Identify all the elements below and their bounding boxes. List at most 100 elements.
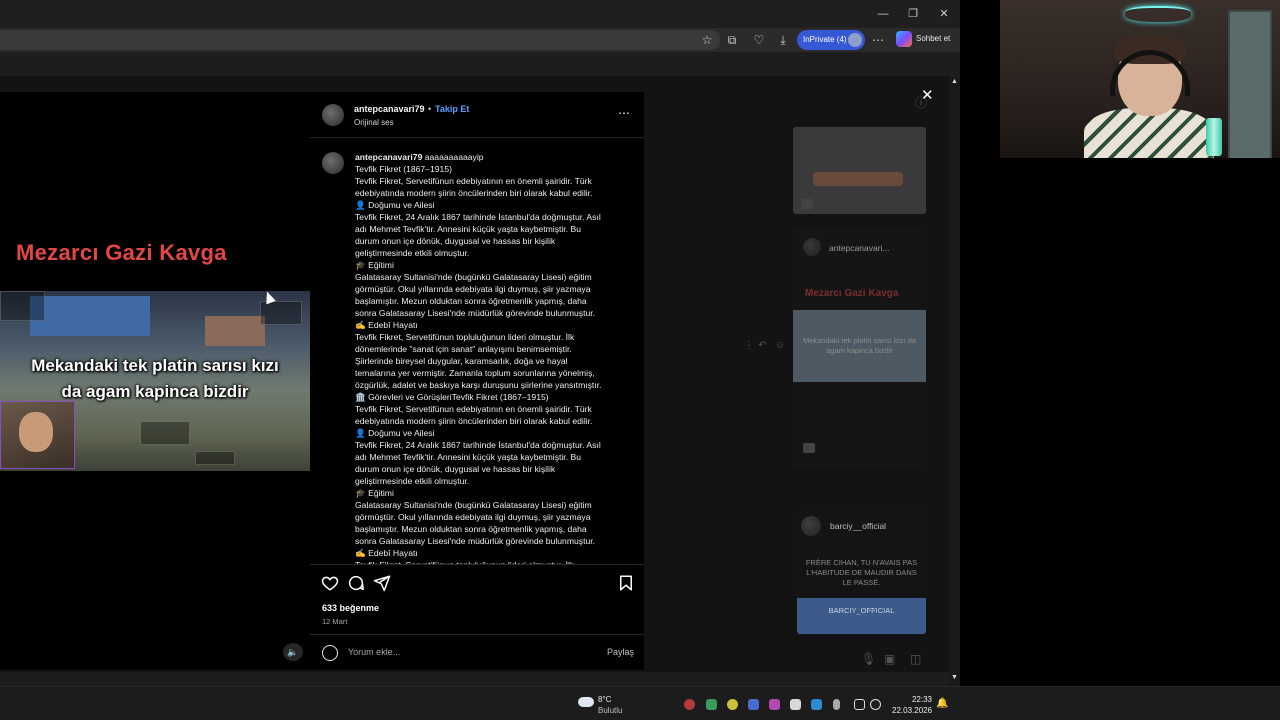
minimize-button[interactable]: —	[868, 6, 898, 22]
save-bookmark-icon[interactable]	[617, 574, 635, 592]
mic-icon[interactable]: 🎙	[861, 652, 876, 666]
other-video-thumb: BARCIY_OFFICIAL	[797, 598, 926, 634]
caption-username[interactable]: antepcanavari79	[355, 152, 422, 162]
cloud-icon[interactable]	[578, 697, 594, 707]
comment-input[interactable]: Yorum ekle...	[348, 647, 400, 657]
inprivate-badge[interactable]: InPrivate (4)	[797, 30, 865, 50]
caption-line: sonra Galatasaray Lisesi'nde müdürlük gö…	[355, 308, 596, 318]
other-reel-card[interactable]: barciy__official FRÈRE CIHAN, TU N'AVAIS…	[797, 508, 926, 634]
copilot-icon[interactable]	[896, 31, 912, 47]
caption-text: antepcanavari79 aaaaaaaaaayip Tevfik Fik…	[355, 151, 630, 564]
reel-caption: Mekandaki tek platin sarısı kızı da agam…	[803, 336, 916, 355]
weather-temperature[interactable]: 8°C	[598, 695, 611, 704]
post-actions: 633 beğenme 12 Mart	[310, 564, 644, 628]
reel-video[interactable]: Mezarcı Gazi Kavga Mekandaki tek platin …	[0, 92, 310, 670]
tray-app-icon-3[interactable]	[727, 699, 738, 710]
comment-bubble-icon[interactable]	[347, 574, 365, 592]
post-options-icon[interactable]: ⋯	[618, 106, 630, 120]
webcam-overlay	[1000, 0, 1280, 158]
share-send-icon[interactable]	[373, 574, 391, 592]
emoji-icon[interactable]: ☺	[775, 340, 785, 351]
profile-avatar	[848, 33, 862, 47]
restore-button[interactable]: ❐	[898, 6, 928, 22]
tray-app-icon-4[interactable]	[748, 699, 759, 710]
energy-drink-can	[1206, 118, 1222, 156]
tray-app-icon-5[interactable]	[769, 699, 780, 710]
caption-line: Şiirlerinde bireysel duygular, karamsarl…	[355, 356, 568, 366]
image-icon[interactable]: ▣	[884, 652, 895, 666]
author-avatar[interactable]	[322, 104, 344, 126]
video-caption-line1: Mekandaki tek platin sarısı kızı	[31, 356, 279, 375]
caption-line: 🎓 Eğitimi	[355, 260, 394, 270]
streamer-facecam	[0, 401, 75, 469]
clock-date: 22.03.2026	[892, 706, 933, 715]
downloads-icon[interactable]: ⤓	[774, 31, 792, 49]
caption-line: adı Mehmet Tevfik'tir. Annesini küçük ya…	[355, 452, 581, 462]
game-hud-weapon	[140, 421, 190, 445]
caption-line: Galatasaray Sultanisi'nde (bugünkü Galat…	[355, 272, 592, 282]
tray-app-icon-2[interactable]	[706, 699, 717, 710]
more-dots-icon[interactable]: ⋮	[744, 340, 754, 351]
network-icon[interactable]	[870, 699, 881, 710]
like-count[interactable]: 633 beğenme	[322, 603, 379, 613]
separator-dot: •	[428, 104, 432, 114]
thumbnail-food	[813, 172, 903, 186]
copilot-label[interactable]: Sohbet et	[916, 34, 950, 43]
caption-line: Tevfik Fikret, Servetifünun edebiyatının…	[355, 176, 592, 186]
scroll-up-arrow[interactable]: ▲	[951, 78, 958, 85]
system-clock[interactable]: 22:33 22.03.2026	[892, 694, 932, 716]
favorite-star-icon[interactable]: ☆	[698, 31, 716, 49]
emoji-picker-icon[interactable]	[322, 645, 338, 661]
follow-button[interactable]: Takip Et	[435, 104, 469, 114]
clock-time: 22:33	[911, 695, 932, 704]
audio-label[interactable]: Orijinal ses	[354, 118, 394, 127]
notification-bell-icon[interactable]: 🔔	[936, 698, 948, 709]
reel-card[interactable]: antepcanavari... Mezarcı Gazi Kavga Meka…	[793, 228, 926, 468]
game-building-2	[205, 316, 265, 346]
other-username: barciy__official	[830, 521, 887, 531]
close-window-button[interactable]: ✕	[929, 6, 959, 22]
reel-title: Mezarcı Gazi Kavga	[805, 288, 899, 299]
close-modal-button[interactable]: ✕	[921, 86, 934, 104]
scroll-down-arrow[interactable]: ▼	[951, 674, 958, 681]
reel-play-icon	[801, 199, 813, 209]
caption-avatar[interactable]	[322, 152, 344, 174]
caption-line: görmüştür. Okul yıllarında edebiyata ilg…	[355, 512, 591, 522]
caption-line: Galatasaray Sultanisi'nde (bugünkü Galat…	[355, 500, 592, 510]
video-title: Mezarcı Gazi Kavga	[16, 240, 227, 265]
like-heart-icon[interactable]	[321, 574, 339, 592]
caption-first-text: aaaaaaaaaayip	[424, 152, 484, 162]
display-icon[interactable]	[854, 699, 865, 710]
reply-icon[interactable]: ↶	[758, 340, 766, 351]
game-building	[30, 296, 150, 336]
caption-line: özgürlük, adalet ve baskıya karşı duruşu…	[355, 380, 602, 390]
caption-line: edebiyatında modern şiirin öncülerinden …	[355, 416, 593, 426]
address-bar[interactable]	[0, 30, 720, 50]
reel-video-thumb: Mekandaki tek platin sarısı kızı da agam…	[793, 310, 926, 382]
microphone-icon[interactable]	[833, 699, 840, 710]
windows-taskbar: 8°C Bulutlu 22:33 22.03.2026 🔔	[0, 686, 1280, 720]
mute-button[interactable]: 🔈	[283, 643, 303, 661]
caption-line: durum onun içe dönük, duygusal ve hassas…	[355, 236, 556, 246]
game-footage	[0, 291, 310, 471]
post-panel: antepcanavari79 • Takip Et Orijinal ses …	[310, 92, 644, 670]
caption-line: Tevfik Fikret, 24 Aralık 1867 tarihinde …	[355, 440, 601, 450]
other-caption: FRÈRE CIHAN, TU N'AVAIS PAS L'HABITUDE D…	[805, 558, 918, 587]
caption-line: 🎓 Eğitimi	[355, 488, 394, 498]
tray-app-icon-1[interactable]	[684, 699, 695, 710]
extensions-icon[interactable]: ⧉	[723, 31, 741, 49]
page-scrollbar[interactable]: ▲ ▼	[949, 76, 960, 686]
tray-shield-icon[interactable]	[811, 699, 822, 710]
sticker-icon[interactable]: ◫	[910, 652, 921, 666]
author-username[interactable]: antepcanavari79	[354, 104, 425, 114]
tray-app-icon-6[interactable]	[790, 699, 801, 710]
caption-line: edebiyatında modern şiirin öncülerinden …	[355, 188, 593, 198]
browser-essentials-icon[interactable]: ♡	[750, 31, 768, 49]
weather-status[interactable]: Bulutlu	[598, 706, 622, 715]
caption-line: Tevfik Fikret (1867–1915)	[355, 164, 452, 174]
other-label: BARCIY_OFFICIAL	[828, 606, 895, 615]
post-comment-button[interactable]: Paylaş	[607, 647, 634, 657]
reel-thumbnail-1[interactable]	[793, 127, 926, 214]
caption-scroll-area[interactable]: antepcanavari79 aaaaaaaaaayip Tevfik Fik…	[310, 146, 644, 564]
more-menu-icon[interactable]: ⋯	[869, 31, 887, 49]
